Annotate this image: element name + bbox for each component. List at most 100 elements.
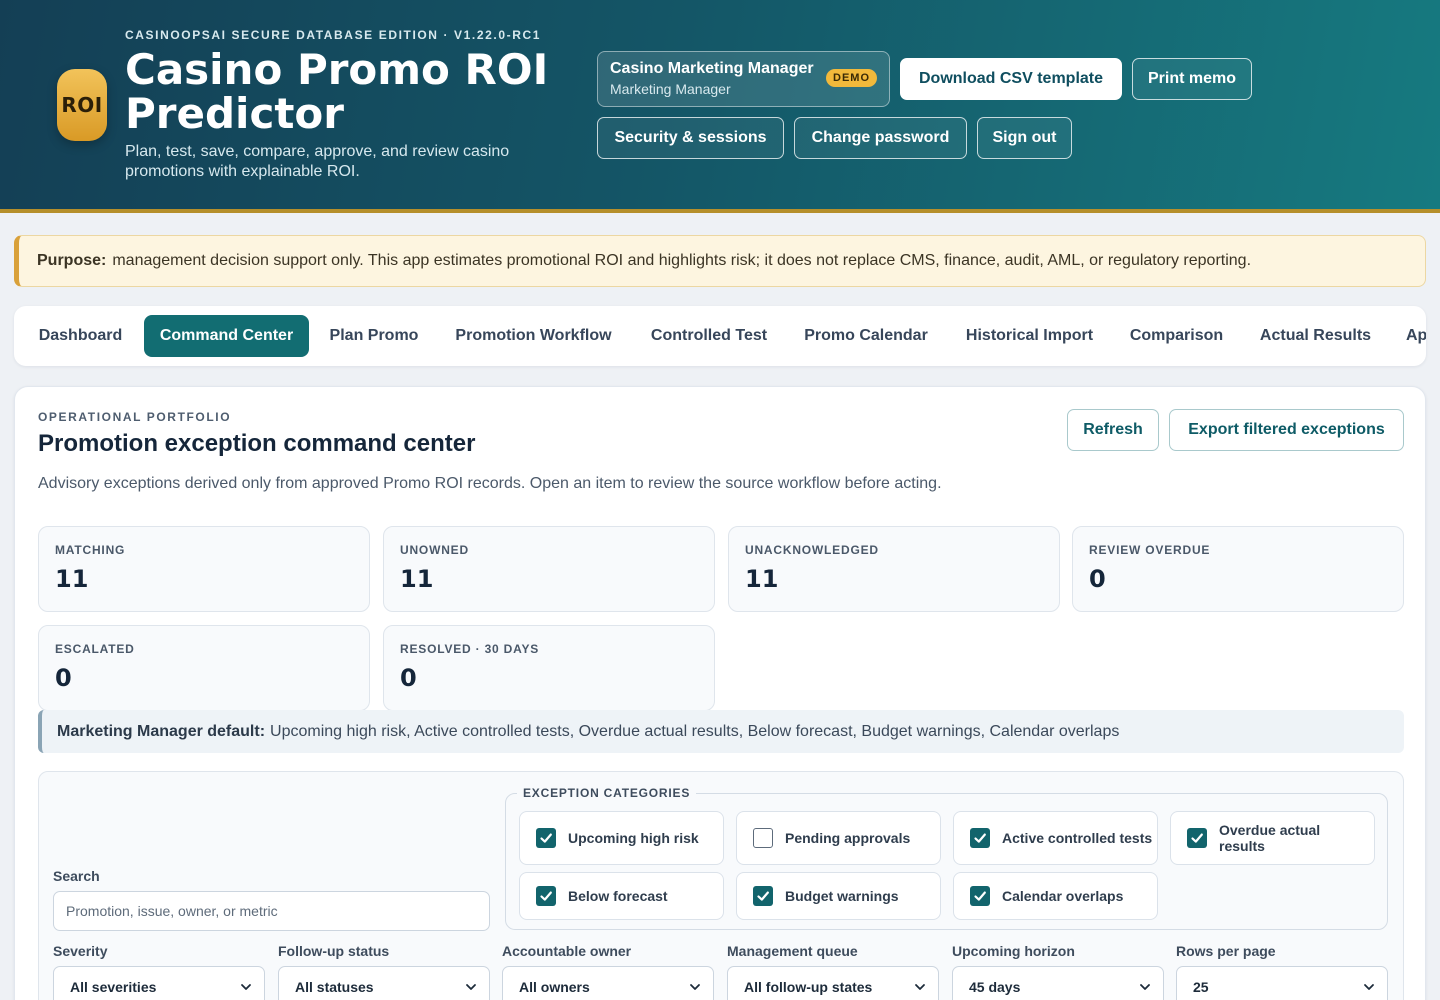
- category-below-forecast[interactable]: Below forecast: [519, 872, 724, 920]
- checkbox-unchecked[interactable]: [753, 828, 773, 848]
- select-value: 45 days: [969, 979, 1021, 995]
- tab-promotion-workflow[interactable]: Promotion Workflow: [442, 315, 625, 357]
- stat-review-overdue: REVIEW OVERDUE 0: [1072, 526, 1404, 612]
- section-eyebrow: OPERATIONAL PORTFOLIO: [38, 410, 232, 424]
- tab-command-center[interactable]: Command Center: [144, 315, 309, 357]
- accountable-owner-select[interactable]: All owners: [502, 966, 714, 1000]
- user-chip: Casino Marketing Manager Marketing Manag…: [597, 51, 890, 107]
- security-sessions-button[interactable]: Security & sessions: [597, 117, 784, 159]
- chevron-down-icon: [241, 984, 251, 990]
- tab-dashboard[interactable]: Dashboard: [24, 315, 137, 357]
- upcoming-horizon-label: Upcoming horizon: [952, 943, 1075, 959]
- sign-out-button[interactable]: Sign out: [977, 117, 1072, 159]
- category-calendar-overlaps[interactable]: Calendar overlaps: [953, 872, 1158, 920]
- chevron-down-icon: [466, 984, 476, 990]
- change-password-button[interactable]: Change password: [794, 117, 967, 159]
- checkbox-checked[interactable]: [1187, 828, 1207, 848]
- category-pending-approvals[interactable]: Pending approvals: [736, 811, 941, 865]
- main-tabs: Dashboard Command Center Plan Promo Prom…: [14, 306, 1426, 366]
- stat-label: ESCALATED: [55, 642, 135, 656]
- tab-promo-calendar[interactable]: Promo Calendar: [793, 315, 939, 357]
- stat-label: REVIEW OVERDUE: [1089, 543, 1211, 557]
- exception-categories-fieldset: EXCEPTION CATEGORIES Upcoming high risk …: [505, 786, 1388, 930]
- stat-label: MATCHING: [55, 543, 126, 557]
- edition-label: CASINOOPSAI SECURE DATABASE EDITION · V1…: [125, 28, 542, 42]
- category-label: Active controlled tests: [1002, 830, 1153, 846]
- stat-value: 0: [400, 664, 417, 692]
- check-icon: [757, 891, 769, 901]
- print-memo-button[interactable]: Print memo: [1132, 58, 1252, 100]
- app-subtitle: Plan, test, save, compare, approve, and …: [125, 143, 510, 180]
- checkbox-checked[interactable]: [970, 828, 990, 848]
- check-icon: [974, 891, 986, 901]
- category-budget-warnings[interactable]: Budget warnings: [736, 872, 941, 920]
- filters-panel: Search EXCEPTION CATEGORIES Upcoming hig…: [38, 771, 1404, 1000]
- select-value: All statuses: [295, 979, 374, 995]
- demo-badge: DEMO: [826, 69, 877, 87]
- tab-controlled-test[interactable]: Controlled Test: [638, 315, 780, 357]
- categories-legend: EXCEPTION CATEGORIES: [517, 786, 697, 800]
- section-description: Advisory exceptions derived only from ap…: [38, 475, 942, 492]
- follow-up-status-label: Follow-up status: [278, 943, 390, 959]
- checkbox-checked[interactable]: [753, 886, 773, 906]
- purpose-banner: Purpose: management decision support onl…: [14, 235, 1426, 287]
- stat-resolved-30-days: RESOLVED · 30 DAYS 0: [383, 625, 715, 711]
- rows-per-page-label: Rows per page: [1176, 943, 1276, 959]
- checkbox-checked[interactable]: [536, 828, 556, 848]
- logo-text: ROI: [61, 93, 103, 117]
- chevron-down-icon: [1140, 984, 1150, 990]
- category-label: Pending approvals: [785, 830, 911, 846]
- export-filtered-exceptions-button[interactable]: Export filtered exceptions: [1169, 409, 1404, 451]
- check-icon: [540, 891, 552, 901]
- chevron-down-icon: [690, 984, 700, 990]
- category-label: Overdue actual results: [1219, 822, 1321, 854]
- stat-value: 0: [1089, 565, 1106, 593]
- stat-escalated: ESCALATED 0: [38, 625, 370, 711]
- tab-actual-results[interactable]: Actual Results: [1249, 315, 1382, 357]
- select-value: All severities: [70, 979, 157, 995]
- category-active-controlled-tests[interactable]: Active controlled tests: [953, 811, 1158, 865]
- search-label: Search: [53, 868, 100, 884]
- default-note-text: Upcoming high risk, Active controlled te…: [270, 722, 1120, 740]
- select-value: All owners: [519, 979, 590, 995]
- stat-value: 11: [400, 565, 434, 593]
- section-title: Promotion exception command center: [38, 430, 476, 457]
- follow-up-status-select[interactable]: All statuses: [278, 966, 490, 1000]
- tab-historical-import[interactable]: Historical Import: [953, 315, 1106, 357]
- stat-label: UNACKNOWLEDGED: [745, 543, 879, 557]
- stat-unacknowledged: UNACKNOWLEDGED 11: [728, 526, 1060, 612]
- tab-comparison[interactable]: Comparison: [1119, 315, 1234, 357]
- check-icon: [974, 833, 986, 843]
- management-queue-select[interactable]: All follow-up states: [727, 966, 939, 1000]
- rows-per-page-select[interactable]: 25: [1176, 966, 1388, 1000]
- select-value: All follow-up states: [744, 979, 873, 995]
- purpose-label: Purpose:: [37, 252, 107, 269]
- severity-select[interactable]: All severities: [53, 966, 265, 1000]
- category-label: Upcoming high risk: [568, 830, 699, 846]
- search-input[interactable]: [53, 891, 490, 931]
- checkbox-checked[interactable]: [536, 886, 556, 906]
- category-overdue-actual-results[interactable]: Overdue actual results: [1170, 811, 1375, 865]
- app-title: Casino Promo ROI Predictor: [125, 45, 549, 138]
- app-header: ROI CASINOOPSAI SECURE DATABASE EDITION …: [0, 0, 1440, 213]
- severity-label: Severity: [53, 943, 108, 959]
- refresh-button[interactable]: Refresh: [1067, 409, 1159, 451]
- check-icon: [540, 833, 552, 843]
- checkbox-checked[interactable]: [970, 886, 990, 906]
- category-label: Budget warnings: [785, 888, 899, 904]
- download-csv-template-button[interactable]: Download CSV template: [900, 58, 1122, 100]
- check-icon: [1191, 833, 1203, 843]
- upcoming-horizon-select[interactable]: 45 days: [952, 966, 1164, 1000]
- tab-plan-promo[interactable]: Plan Promo: [320, 315, 428, 357]
- stat-value: 11: [745, 565, 779, 593]
- category-label: Below forecast: [568, 888, 668, 904]
- stat-label: RESOLVED · 30 DAYS: [400, 642, 540, 656]
- management-queue-label: Management queue: [727, 943, 858, 959]
- chevron-down-icon: [915, 984, 925, 990]
- command-center-card: OPERATIONAL PORTFOLIO Promotion exceptio…: [14, 386, 1426, 1000]
- tab-approvals-partial[interactable]: Ap: [1398, 315, 1426, 357]
- accountable-owner-label: Accountable owner: [502, 943, 632, 959]
- purpose-text: management decision support only. This a…: [112, 252, 1252, 269]
- category-label: Calendar overlaps: [1002, 888, 1124, 904]
- category-upcoming-high-risk[interactable]: Upcoming high risk: [519, 811, 724, 865]
